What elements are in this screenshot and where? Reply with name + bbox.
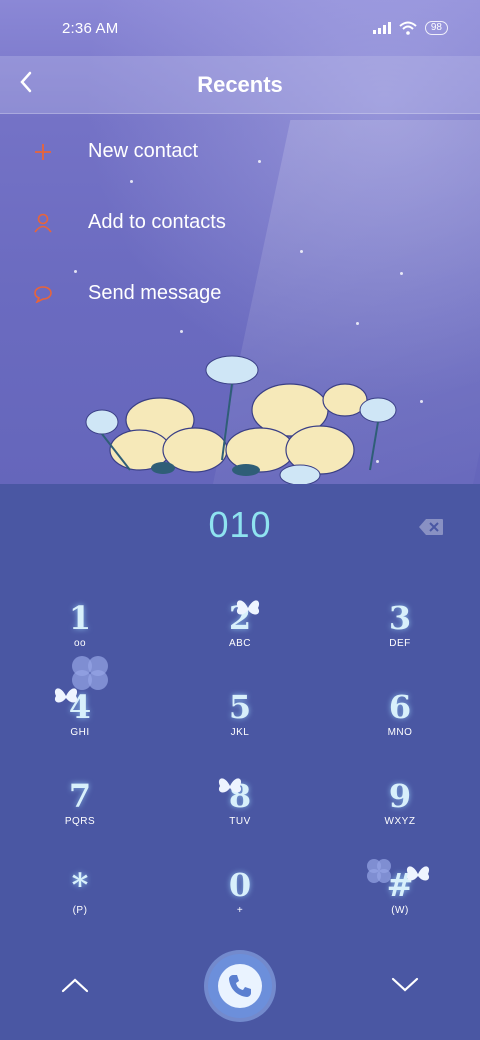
key-letters: (W) bbox=[391, 905, 409, 916]
key-digit: 6 bbox=[388, 688, 412, 726]
flower-icon bbox=[367, 859, 391, 883]
flower-icon bbox=[72, 656, 108, 690]
phone-icon bbox=[229, 975, 251, 997]
butterfly-icon bbox=[236, 600, 260, 615]
key-letters: MNO bbox=[387, 727, 413, 738]
call-button-face bbox=[218, 964, 262, 1008]
status-time: 2:36 AM bbox=[62, 19, 119, 37]
key-hash[interactable]: # (W) bbox=[320, 861, 480, 950]
key-digit: 5 bbox=[228, 688, 252, 726]
new-contact-item[interactable]: New contact bbox=[0, 116, 480, 187]
butterfly-icon bbox=[406, 866, 430, 881]
key-3[interactable]: 3 DEF bbox=[320, 594, 480, 683]
status-icons: 98 bbox=[372, 21, 448, 35]
plus-icon bbox=[32, 141, 54, 163]
flower-illustration bbox=[85, 355, 397, 484]
keypad: 1 ᴏᴏ 2 ABC 3 DEF 4 GHI 5 JKL 6 MNO 7 PQR… bbox=[0, 594, 480, 950]
key-4[interactable]: 4 GHI bbox=[0, 683, 160, 772]
key-digit: 0 bbox=[228, 866, 252, 904]
actions-menu: New contact Add to contacts Send message bbox=[0, 116, 480, 329]
chevron-left-icon bbox=[20, 71, 32, 93]
key-star[interactable]: * (P) bbox=[0, 861, 160, 950]
status-bar: 2:36 AM 98 bbox=[0, 0, 480, 56]
key-letters: DEF bbox=[389, 638, 411, 649]
key-letters: TUV bbox=[229, 816, 251, 827]
key-letters: ABC bbox=[228, 638, 252, 649]
key-6[interactable]: 6 MNO bbox=[320, 683, 480, 772]
key-letters: + bbox=[236, 905, 244, 916]
bottom-bar bbox=[0, 954, 480, 1020]
menu-item-label: New contact bbox=[88, 140, 199, 162]
signal-icon bbox=[372, 22, 391, 34]
key-digit: 7 bbox=[68, 777, 92, 815]
menu-item-label: Send message bbox=[88, 282, 222, 304]
butterfly-icon bbox=[218, 778, 242, 793]
voicemail-icon: ᴏᴏ bbox=[73, 638, 87, 649]
key-5[interactable]: 5 JKL bbox=[160, 683, 320, 772]
call-button[interactable] bbox=[208, 954, 272, 1018]
menu-item-label: Add to contacts bbox=[88, 211, 226, 233]
add-to-contacts-item[interactable]: Add to contacts bbox=[0, 187, 480, 258]
dialed-number: 010 bbox=[208, 504, 272, 545]
backspace-icon bbox=[419, 519, 443, 535]
expand-button[interactable] bbox=[390, 974, 420, 996]
dialer-panel: 010 1 ᴏᴏ 2 ABC 3 DEF 4 GHI 5 JKL 6 MNO 7… bbox=[0, 484, 480, 1040]
key-letters: GHI bbox=[70, 727, 90, 738]
battery-icon: 98 bbox=[424, 21, 448, 35]
key-digit: * bbox=[71, 866, 89, 904]
key-letters: WXYZ bbox=[384, 816, 416, 827]
key-letters: (P) bbox=[72, 905, 88, 916]
wifi-icon bbox=[399, 21, 417, 35]
send-message-item[interactable]: Send message bbox=[0, 258, 480, 329]
key-digit: 3 bbox=[388, 599, 412, 637]
key-9[interactable]: 9 WXYZ bbox=[320, 772, 480, 861]
key-letters: JKL bbox=[230, 727, 250, 738]
chevron-up-icon bbox=[61, 978, 89, 993]
message-icon bbox=[32, 283, 54, 305]
person-icon bbox=[32, 212, 54, 234]
key-digit: 9 bbox=[388, 777, 412, 815]
collapse-button[interactable] bbox=[60, 974, 90, 996]
key-0[interactable]: 0 + bbox=[160, 861, 320, 950]
header: Recents bbox=[0, 56, 480, 114]
back-button[interactable] bbox=[14, 68, 38, 96]
key-7[interactable]: 7 PQRS bbox=[0, 772, 160, 861]
page-title: Recents bbox=[197, 71, 283, 97]
chevron-down-icon bbox=[391, 977, 419, 992]
key-digit: 1 bbox=[68, 599, 92, 637]
key-letters: PQRS bbox=[64, 816, 96, 827]
backspace-button[interactable] bbox=[418, 518, 444, 536]
